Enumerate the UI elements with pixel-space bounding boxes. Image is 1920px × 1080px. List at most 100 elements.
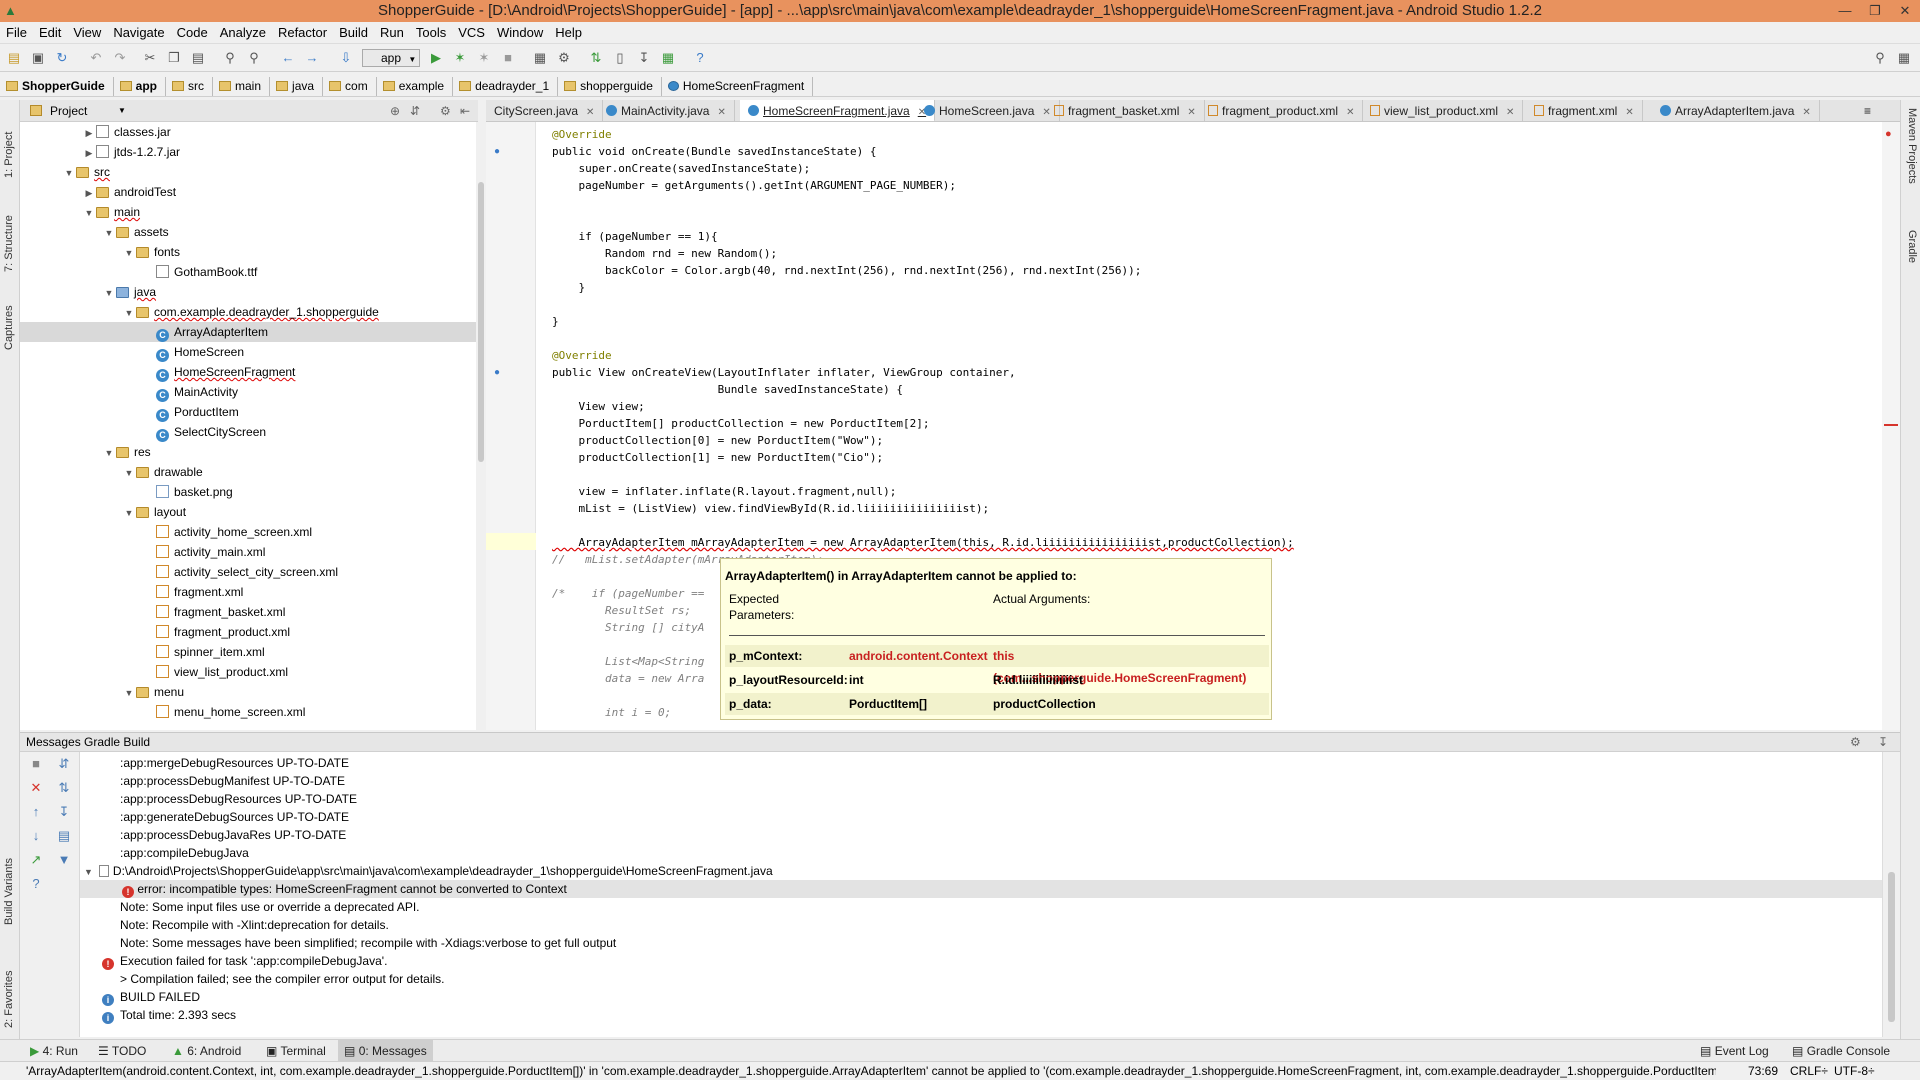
autoscroll-icon[interactable]: ▤	[56, 828, 72, 844]
tool-window-maven[interactable]: Maven Projects	[1904, 108, 1918, 208]
close-tab-icon[interactable]: ✕	[717, 107, 725, 118]
collapse-all-icon[interactable]: ⇅	[56, 780, 72, 796]
breadcrumb-item[interactable]: example	[377, 77, 454, 96]
file-encoding[interactable]: UTF-8÷	[1834, 1062, 1875, 1080]
tool-window-captures[interactable]: Captures	[3, 290, 17, 350]
tree-item[interactable]: GothamBook.ttf	[20, 262, 478, 282]
tree-item[interactable]: activity_main.xml	[20, 542, 478, 562]
breadcrumb-item[interactable]: ShopperGuide	[0, 77, 114, 96]
close-tab-icon[interactable]: ✕	[1187, 107, 1195, 118]
close-tab-icon[interactable]: ✕	[1346, 107, 1354, 118]
tab-view-list-product[interactable]: view_list_product.xml ✕	[1362, 100, 1524, 121]
open-source-icon[interactable]: ↗	[28, 852, 44, 868]
project-view-select[interactable]: Project	[50, 100, 87, 122]
menu-build[interactable]: Build	[333, 22, 374, 44]
search-icon[interactable]: ⚲	[1872, 50, 1888, 66]
help-icon[interactable]: ?	[692, 50, 708, 66]
tab-mainactivity[interactable]: MainActivity.java ✕	[598, 100, 735, 121]
copy-icon[interactable]: ❐	[166, 50, 182, 66]
menu-window[interactable]: Window	[491, 22, 549, 44]
tree-item[interactable]: ▼ res	[20, 442, 478, 462]
tab-overflow-menu[interactable]: ≡	[1856, 100, 1879, 121]
message-line[interactable]: Note: Recompile with -Xlint:deprecation …	[80, 916, 1882, 934]
tab-homescreenfragment[interactable]: HomeScreenFragment.java ✕	[740, 100, 936, 121]
expand-arrow-icon[interactable]: ▶	[82, 123, 96, 143]
error-mark[interactable]	[1884, 424, 1898, 426]
tool-window-todo[interactable]: ☰ TODO	[92, 1040, 152, 1062]
gradle-sync-icon[interactable]: ⇅	[588, 50, 604, 66]
tree-item[interactable]: activity_select_city_screen.xml	[20, 562, 478, 582]
tree-item[interactable]: basket.png	[20, 482, 478, 502]
menu-code[interactable]: Code	[171, 22, 214, 44]
tree-item[interactable]: ▼ fonts	[20, 242, 478, 262]
replace-icon[interactable]: ⚲	[246, 50, 262, 66]
message-info-line[interactable]: i Total time: 2.393 secs	[80, 1006, 1882, 1024]
collapse-arrow-icon[interactable]: ▼	[122, 303, 136, 323]
tool-window-terminal[interactable]: ▣ Terminal	[260, 1040, 332, 1062]
back-icon[interactable]: ←	[280, 50, 296, 66]
tab-fragment-product[interactable]: fragment_product.xml ✕	[1200, 100, 1364, 121]
override-marker-icon[interactable]: ●	[494, 367, 500, 378]
breadcrumb-item[interactable]: java	[270, 77, 324, 96]
tree-item[interactable]: ▼ java	[20, 282, 478, 302]
tool-window-project[interactable]: 1: Project	[3, 108, 17, 178]
message-line[interactable]: > Compilation failed; see the compiler e…	[80, 970, 1882, 988]
message-error-line[interactable]: ! error: incompatible types: HomeScreenF…	[80, 880, 1882, 898]
tool-window-event-log[interactable]: ▤ Event Log	[1694, 1040, 1775, 1062]
previous-message-icon[interactable]: ↑	[28, 804, 44, 820]
debug-icon[interactable]: ✶	[452, 50, 468, 66]
save-icon[interactable]: ▣	[30, 50, 46, 66]
expand-all-icon[interactable]: ⇵	[56, 756, 72, 772]
tree-item[interactable]: menu_home_screen.xml	[20, 702, 478, 722]
tree-item[interactable]: ▶ jtds-1.2.7.jar	[20, 142, 478, 162]
hide-panel-icon[interactable]: ⇤	[460, 100, 470, 122]
menu-view[interactable]: View	[67, 22, 107, 44]
export-icon[interactable]: ↧	[56, 804, 72, 820]
tree-item[interactable]: ▼ src	[20, 162, 478, 182]
tool-window-structure[interactable]: 7: Structure	[3, 192, 17, 272]
message-info-line[interactable]: i BUILD FAILED	[80, 988, 1882, 1006]
close-tab-icon[interactable]: ✕	[1802, 107, 1810, 118]
breadcrumb-item[interactable]: src	[166, 77, 214, 96]
menu-navigate[interactable]: Navigate	[107, 22, 170, 44]
tree-item[interactable]: C HomeScreen	[20, 342, 478, 362]
gear-icon[interactable]: ⚙	[440, 100, 451, 122]
menu-edit[interactable]: Edit	[33, 22, 67, 44]
gear-icon[interactable]: ⚙	[1850, 733, 1861, 752]
paste-icon[interactable]: ▤	[190, 50, 206, 66]
error-indicator-icon[interactable]: ●	[1885, 128, 1892, 140]
stop-icon[interactable]: ■	[28, 756, 44, 772]
open-folder-icon[interactable]: ▤	[6, 50, 22, 66]
run-icon[interactable]: ▶	[428, 50, 444, 66]
tree-item[interactable]: ▼ assets	[20, 222, 478, 242]
forward-icon[interactable]: →	[304, 50, 320, 66]
maximize-button[interactable]: ❐	[1860, 0, 1890, 22]
collapse-arrow-icon[interactable]: ▼	[122, 463, 136, 483]
stop-icon[interactable]: ■	[500, 50, 516, 66]
breadcrumb-item[interactable]: deadrayder_1	[453, 77, 559, 96]
help-icon[interactable]: ?	[28, 876, 44, 892]
find-icon[interactable]: ⚲	[222, 50, 238, 66]
breadcrumb-item[interactable]: app	[114, 77, 167, 96]
expand-arrow-icon[interactable]: ▶	[82, 183, 96, 203]
collapse-arrow-icon[interactable]: ▼	[122, 683, 136, 703]
project-tree-scrollbar[interactable]	[476, 122, 486, 730]
breadcrumb-item[interactable]: shopperguide	[558, 77, 662, 96]
menu-vcs[interactable]: VCS	[452, 22, 491, 44]
message-line[interactable]: :app:processDebugResources UP-TO-DATE	[80, 790, 1882, 808]
collapse-arrow-icon[interactable]: ▼	[82, 203, 96, 223]
tree-item[interactable]: ▼ com.example.deadrayder_1.shopperguide	[20, 302, 478, 322]
avd-manager-icon[interactable]: ▯	[612, 50, 628, 66]
chevron-down-icon[interactable]: ▼	[118, 100, 126, 122]
run-config-select[interactable]: app ▼	[362, 49, 420, 67]
cut-icon[interactable]: ✂	[142, 50, 158, 66]
attach-debugger-icon[interactable]: ✶	[476, 50, 492, 66]
settings-icon[interactable]: ⚙	[556, 50, 572, 66]
minimize-button[interactable]: —	[1830, 0, 1860, 22]
tree-item[interactable]: ▶ classes.jar	[20, 122, 478, 142]
close-tab-icon[interactable]: ✕	[1625, 107, 1633, 118]
sdk-manager-icon[interactable]: ↧	[636, 50, 652, 66]
tool-window-gradle-console[interactable]: ▤ Gradle Console	[1786, 1040, 1896, 1062]
tree-item[interactable]: C SelectCityScreen	[20, 422, 478, 442]
close-tab-icon[interactable]: ✕	[586, 107, 594, 118]
